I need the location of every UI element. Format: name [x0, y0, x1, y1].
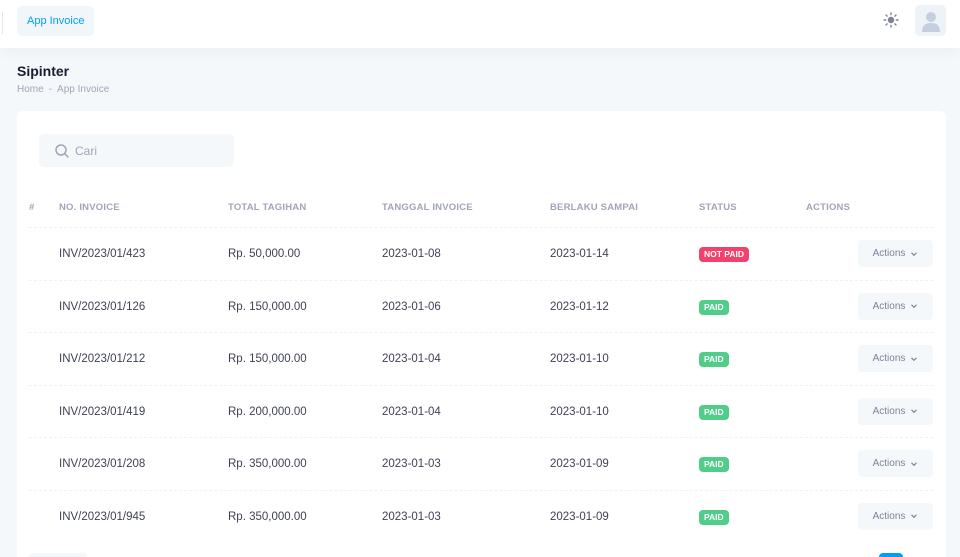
actions-label: Actions: [872, 405, 906, 417]
search-box[interactable]: [39, 134, 234, 167]
pagination-current-page[interactable]: [879, 553, 903, 557]
actions-label: Actions: [872, 353, 906, 364]
chevron-down-icon: [911, 304, 918, 309]
invoice-number[interactable]: INV/2023/01/212: [59, 333, 145, 385]
actions-dropdown-button[interactable]: Actions: [858, 397, 933, 425]
table-row: INV/2023/01/945 Rp. 350,000.00 2023-01-0…: [29, 489, 933, 543]
invoice-number[interactable]: INV/2023/01/208: [59, 438, 145, 490]
invoice-date: 2023-01-08: [382, 248, 441, 260]
invoice-date: 2023-01-03: [382, 510, 441, 523]
actions-dropdown-button[interactable]: Actions: [858, 502, 933, 530]
actions-dropdown-button[interactable]: Actions: [858, 292, 933, 320]
column-header-actions: ACTIONS: [806, 202, 851, 213]
invoice-number[interactable]: INV/2023/01/419: [59, 386, 145, 438]
table-row: INV/2023/01/208 Rp. 350,000.00 2023-01-0…: [29, 437, 933, 490]
actions-dropdown-button[interactable]: Actions: [858, 450, 933, 477]
actions-label: Actions: [872, 248, 906, 259]
invoice-due-date: 2023-01-12: [550, 300, 609, 313]
sun-icon: [883, 12, 899, 28]
breadcrumb-separator: -: [48, 84, 53, 95]
column-header-total[interactable]: TOTAL TAGIHAN: [228, 202, 306, 213]
status-badge: PAID: [699, 299, 729, 315]
column-header-due-date[interactable]: BERLAKU SAMPAI: [550, 202, 638, 213]
invoice-date: 2023-01-04: [382, 353, 441, 365]
invoice-number[interactable]: INV/2023/01/945: [59, 491, 145, 543]
breadcrumb-home[interactable]: Home: [17, 84, 44, 95]
page-size-select[interactable]: [29, 553, 87, 557]
invoice-number[interactable]: INV/2023/01/423: [59, 228, 145, 280]
chevron-down-icon: [911, 356, 918, 361]
invoice-due-date: 2023-01-14: [550, 248, 609, 260]
invoice-due-date: 2023-01-09: [550, 458, 609, 470]
invoice-due-date: 2023-01-09: [550, 510, 609, 523]
invoice-total: Rp. 200,000.00: [228, 405, 307, 418]
user-avatar[interactable]: [915, 5, 946, 36]
breadcrumb: Home - App Invoice: [17, 84, 109, 95]
column-header-status[interactable]: STATUS: [699, 202, 737, 213]
app-invoice-tab[interactable]: App Invoice: [17, 6, 95, 36]
user-icon: [921, 11, 940, 32]
column-header-invoice-date[interactable]: TANGGAL INVOICE: [382, 202, 473, 213]
chevron-down-icon: [911, 409, 918, 414]
column-header-index: #: [29, 202, 35, 213]
status-badge: PAID: [699, 352, 729, 367]
top-header: App Invoice: [0, 0, 960, 48]
invoice-due-date: 2023-01-10: [550, 353, 609, 365]
actions-dropdown-button[interactable]: Actions: [858, 240, 933, 267]
chevron-down-icon: [911, 251, 918, 256]
actions-label: Actions: [872, 510, 906, 522]
actions-dropdown-button[interactable]: Actions: [858, 345, 933, 372]
search-icon: [55, 144, 69, 158]
status-badge: NOT PAID: [699, 247, 749, 262]
invoice-date: 2023-01-06: [382, 300, 441, 313]
invoice-total: Rp. 50,000.00: [228, 248, 301, 260]
table-row: INV/2023/01/423 Rp. 50,000.00 2023-01-08…: [29, 227, 933, 280]
table-row: INV/2023/01/126 Rp. 150,000.00 2023-01-0…: [29, 279, 933, 333]
actions-label: Actions: [872, 458, 906, 469]
invoice-date: 2023-01-03: [382, 458, 441, 470]
invoice-total: Rp. 150,000.00: [228, 300, 307, 313]
theme-toggle-button[interactable]: [881, 10, 901, 30]
sidebar-toggle[interactable]: [0, 12, 3, 34]
column-header-invoice-no[interactable]: NO. INVOICE: [59, 202, 120, 213]
invoice-number[interactable]: INV/2023/01/126: [59, 281, 145, 333]
invoice-date: 2023-01-04: [382, 405, 441, 418]
invoice-card: # NO. INVOICE TOTAL TAGIHAN TANGGAL INVO…: [17, 111, 946, 557]
invoice-due-date: 2023-01-10: [550, 405, 609, 418]
invoice-total: Rp. 350,000.00: [228, 458, 307, 470]
status-badge: PAID: [699, 509, 729, 525]
status-badge: PAID: [699, 457, 729, 472]
page-title: Sipinter: [17, 63, 70, 79]
chevron-down-icon: [911, 514, 918, 519]
table-row: INV/2023/01/419 Rp. 200,000.00 2023-01-0…: [29, 384, 933, 438]
chevron-down-icon: [911, 461, 918, 466]
breadcrumb-current: App Invoice: [57, 84, 110, 95]
search-input[interactable]: [75, 134, 225, 167]
invoice-total: Rp. 150,000.00: [228, 353, 307, 365]
table-row: INV/2023/01/212 Rp. 150,000.00 2023-01-0…: [29, 332, 933, 385]
status-badge: PAID: [699, 404, 729, 420]
actions-label: Actions: [872, 300, 906, 312]
invoice-total: Rp. 350,000.00: [228, 510, 307, 523]
